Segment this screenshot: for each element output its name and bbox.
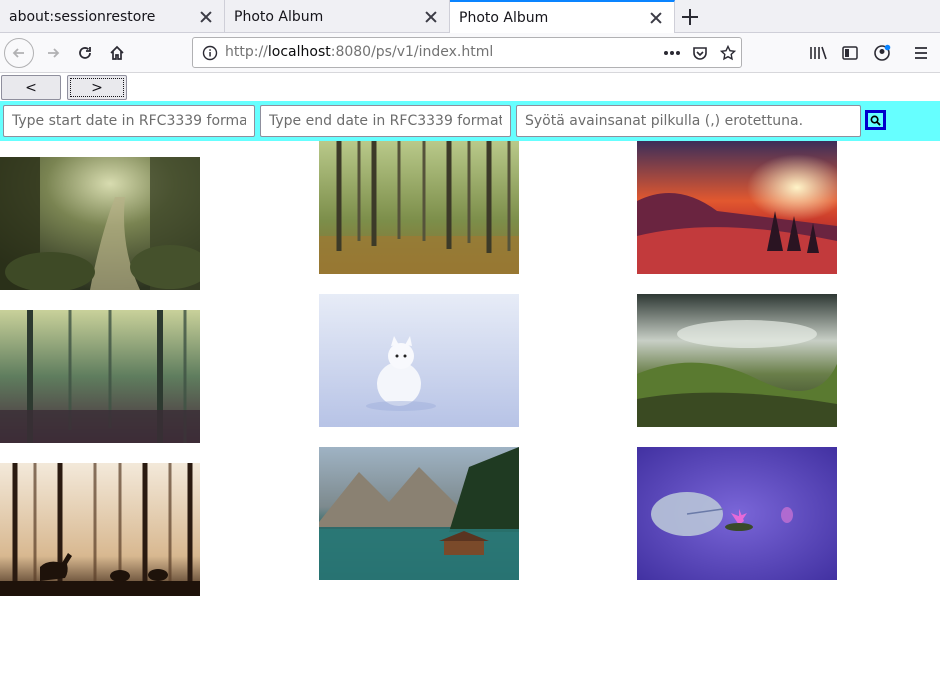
sidebar-icon xyxy=(842,46,858,60)
navigation-toolbar: http://localhost:8080/ps/v1/index.html xyxy=(0,33,940,73)
hamburger-menu-icon xyxy=(915,47,927,59)
next-page-button[interactable]: > xyxy=(67,75,127,100)
photo-water-lily[interactable] xyxy=(637,447,837,580)
keywords-input[interactable] xyxy=(516,105,861,137)
site-info-icon[interactable] xyxy=(201,44,219,62)
reload-button[interactable] xyxy=(70,38,100,68)
tab-title: Photo Album xyxy=(234,8,324,25)
url-text: http://localhost:8080/ps/v1/index.html xyxy=(225,44,494,60)
end-date-input[interactable] xyxy=(260,105,511,137)
photo-red-sunset-mountains[interactable] xyxy=(637,141,837,274)
forward-arrow-icon xyxy=(48,48,60,58)
library-icon xyxy=(810,46,827,60)
tab-photo-album-2[interactable]: Photo Album xyxy=(450,0,675,34)
search-icon xyxy=(870,115,881,126)
new-tab-plus-icon[interactable] xyxy=(678,6,702,28)
start-date-input[interactable] xyxy=(3,105,255,137)
back-button[interactable] xyxy=(4,38,34,68)
tab-strip: about:sessionrestore Photo Album Photo A… xyxy=(0,0,940,34)
page-actions-icon[interactable] xyxy=(663,44,681,62)
forward-button[interactable] xyxy=(38,38,68,68)
sidebar-button[interactable] xyxy=(835,38,865,68)
menu-button[interactable] xyxy=(906,38,936,68)
pocket-icon[interactable] xyxy=(691,44,709,62)
home-button[interactable] xyxy=(102,38,132,68)
tab-sessionrestore[interactable]: about:sessionrestore xyxy=(0,0,225,33)
bookmark-star-icon[interactable] xyxy=(719,44,737,62)
close-tab-icon[interactable] xyxy=(424,10,438,24)
reload-icon xyxy=(79,47,91,59)
library-button[interactable] xyxy=(803,38,833,68)
tab-photo-album-1[interactable]: Photo Album xyxy=(225,0,450,33)
account-icon xyxy=(874,44,891,61)
account-button[interactable] xyxy=(867,38,897,68)
photo-arctic-fox[interactable] xyxy=(319,294,519,427)
tab-title: Photo Album xyxy=(459,10,549,26)
previous-page-button[interactable]: < xyxy=(1,75,61,100)
photo-misty-valley[interactable] xyxy=(637,294,837,427)
close-tab-icon[interactable] xyxy=(649,11,663,25)
close-tab-icon[interactable] xyxy=(199,10,213,24)
search-button[interactable] xyxy=(865,110,886,130)
photo-birch-forest[interactable] xyxy=(319,141,519,274)
url-bar[interactable]: http://localhost:8080/ps/v1/index.html xyxy=(192,37,742,68)
home-icon xyxy=(110,45,124,60)
back-arrow-icon xyxy=(4,38,34,68)
tab-title: about:sessionrestore xyxy=(9,8,156,25)
photo-misty-forest[interactable] xyxy=(0,310,200,443)
photo-mountain-lake-boathouse[interactable] xyxy=(319,447,519,580)
photo-forest-path[interactable] xyxy=(0,157,200,290)
photo-deer-silhouette-forest[interactable] xyxy=(0,463,200,596)
